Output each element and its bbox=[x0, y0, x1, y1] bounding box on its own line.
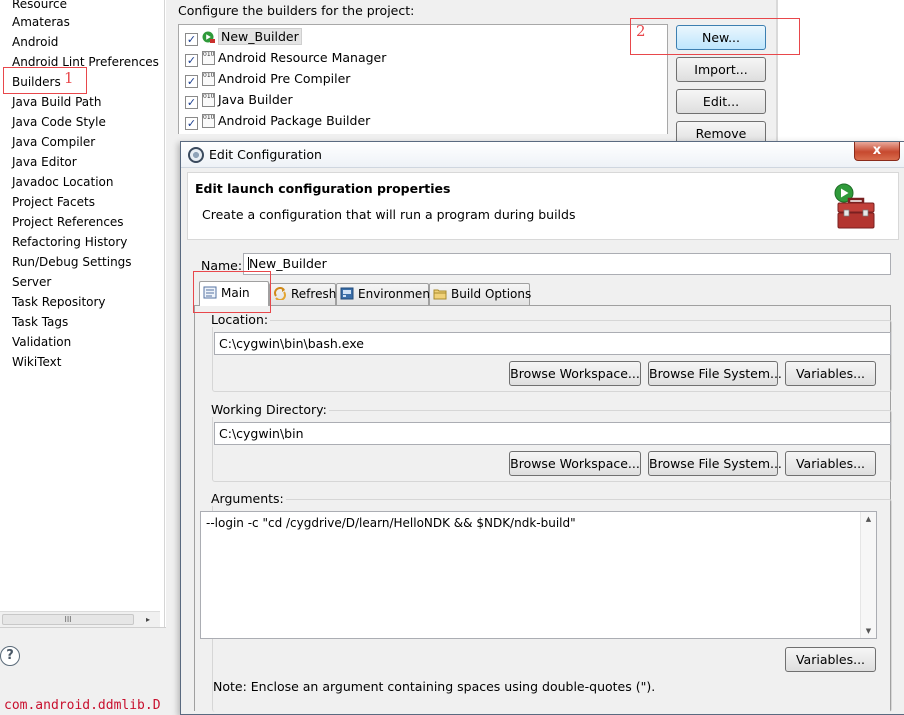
tree-item-java-compiler[interactable]: Java Compiler bbox=[12, 132, 95, 152]
dialog-titlebar[interactable]: Edit Configuration x bbox=[181, 142, 904, 168]
workdir-browse-workspace-button[interactable]: Browse Workspace... bbox=[509, 451, 641, 476]
builder-row-android-pre-compiler[interactable]: ✓ 010 Android Pre Compiler bbox=[185, 69, 350, 89]
refresh-icon bbox=[274, 287, 286, 300]
tree-item-refactoring-history[interactable]: Refactoring History bbox=[12, 232, 127, 252]
build-options-folder-icon bbox=[433, 289, 447, 300]
tab-main[interactable]: Main bbox=[199, 281, 269, 306]
tree-horizontal-scrollbar[interactable]: III ▸ bbox=[0, 611, 160, 627]
toolbox-icon bbox=[834, 183, 875, 229]
tree-item-task-repository[interactable]: Task Repository bbox=[12, 292, 106, 312]
tree-item-project-facets[interactable]: Project Facets bbox=[12, 192, 95, 212]
builder-checkbox[interactable]: ✓ bbox=[185, 96, 198, 109]
tree-item-validation[interactable]: Validation bbox=[12, 332, 71, 352]
location-browse-workspace-button[interactable]: Browse Workspace... bbox=[509, 361, 641, 386]
dialog-title: Edit Configuration bbox=[209, 147, 322, 162]
binary-file-icon: 010 bbox=[202, 72, 215, 86]
builder-list[interactable]: ✓ New_Builder ✓ 010 Android Resource Manage… bbox=[178, 24, 668, 134]
builder-label: Java Builder bbox=[218, 92, 293, 107]
main-tab-icon bbox=[203, 286, 217, 299]
annotation-box-builders bbox=[3, 67, 87, 94]
tab-label: Refresh bbox=[291, 287, 337, 301]
tree-item-javadoc-location[interactable]: Javadoc Location bbox=[12, 172, 113, 192]
builder-label: New_Builder bbox=[218, 28, 302, 45]
tree-item-java-build-path[interactable]: Java Build Path bbox=[12, 92, 101, 112]
workdir-variables-button[interactable]: Variables... bbox=[785, 451, 876, 476]
arguments-note: Note: Enclose an argument containing spa… bbox=[213, 679, 656, 694]
tab-label: Environment bbox=[358, 287, 435, 301]
builder-checkbox[interactable]: ✓ bbox=[185, 54, 198, 67]
binary-file-icon: 010 bbox=[202, 51, 215, 65]
tree-item-java-editor[interactable]: Java Editor bbox=[12, 152, 77, 172]
dialog-banner: Edit launch configuration properties Cre… bbox=[187, 172, 899, 240]
tab-refresh[interactable]: Refresh bbox=[269, 283, 336, 305]
tree-item-java-code-style[interactable]: Java Code Style bbox=[12, 112, 106, 132]
edit-builder-button[interactable]: Edit... bbox=[676, 89, 766, 114]
tree-item-wikitext[interactable]: WikiText bbox=[12, 352, 62, 372]
arguments-label: Arguments: bbox=[211, 491, 286, 506]
scroll-right-arrow-icon[interactable]: ▸ bbox=[146, 612, 150, 628]
tab-label: Main bbox=[221, 286, 250, 300]
help-icon[interactable]: ? bbox=[0, 646, 20, 666]
working-directory-label: Working Directory: bbox=[211, 402, 329, 417]
tab-label: Build Options bbox=[451, 287, 532, 301]
tab-build-options[interactable]: Build Options bbox=[429, 283, 532, 305]
scroll-down-icon[interactable]: ▼ bbox=[861, 624, 876, 638]
builder-checkbox[interactable]: ✓ bbox=[185, 33, 198, 46]
builder-label: Android Pre Compiler bbox=[218, 71, 351, 86]
environment-icon bbox=[340, 287, 354, 300]
banner-title: Edit launch configuration properties bbox=[195, 181, 451, 196]
scroll-up-icon[interactable]: ▲ bbox=[861, 512, 876, 526]
location-variables-button[interactable]: Variables... bbox=[785, 361, 876, 386]
scrollbar-thumb[interactable]: III bbox=[2, 614, 134, 625]
arguments-text: --login -c "cd /cygdrive/D/learn/HelloND… bbox=[206, 516, 576, 530]
import-builder-button[interactable]: Import... bbox=[676, 57, 766, 82]
builder-row-java-builder[interactable]: ✓ 010 Java Builder bbox=[185, 90, 293, 110]
workdir-browse-file-system-button[interactable]: Browse File System... bbox=[648, 451, 782, 476]
tab-environment[interactable]: Environment bbox=[336, 283, 435, 305]
tree-item-server[interactable]: Server bbox=[12, 272, 51, 292]
location-label: Location: bbox=[211, 312, 271, 327]
builder-row-android-package-builder[interactable]: ✓ 010 Android Package Builder bbox=[185, 111, 370, 131]
external-tool-run-icon bbox=[202, 30, 215, 44]
close-button[interactable]: x bbox=[854, 142, 900, 161]
tree-item-amateras[interactable]: Amateras bbox=[12, 12, 70, 32]
tree-item-run-debug-settings[interactable]: Run/Debug Settings bbox=[12, 252, 132, 272]
banner-description: Create a configuration that will run a p… bbox=[202, 207, 576, 222]
builder-row-android-resource-manager[interactable]: ✓ 010 Android Resource Manager bbox=[185, 48, 386, 68]
builder-label: Android Package Builder bbox=[218, 113, 371, 128]
arguments-vertical-scrollbar[interactable]: ▲ ▼ bbox=[860, 512, 876, 638]
builder-label: Android Resource Manager bbox=[218, 50, 387, 65]
arguments-textarea[interactable]: --login -c "cd /cygdrive/D/learn/HelloND… bbox=[200, 511, 877, 639]
tree-item-task-tags[interactable]: Task Tags bbox=[12, 312, 68, 332]
builder-checkbox[interactable]: ✓ bbox=[185, 117, 198, 130]
arguments-variables-button[interactable]: Variables... bbox=[785, 647, 876, 672]
properties-category-tree: Resource Amateras Android Android Lint P… bbox=[0, 0, 165, 627]
name-input-value: New_Builder bbox=[249, 256, 327, 271]
tree-item-android[interactable]: Android bbox=[12, 32, 58, 52]
console-output-text: com.android.ddmlib.D bbox=[4, 698, 161, 713]
binary-file-icon: 010 bbox=[202, 114, 215, 128]
annotation-box-new bbox=[630, 18, 800, 55]
builders-header: Configure the builders for the project: bbox=[178, 3, 415, 18]
eclipse-app-icon bbox=[188, 147, 204, 163]
name-input[interactable]: New_Builder bbox=[243, 253, 891, 275]
builder-checkbox[interactable]: ✓ bbox=[185, 75, 198, 88]
tree-item-project-references[interactable]: Project References bbox=[12, 212, 124, 232]
builder-row-new-builder[interactable]: ✓ New_Builder bbox=[185, 27, 302, 47]
annotation-number-2: 2 bbox=[636, 22, 646, 40]
binary-file-icon: 010 bbox=[202, 93, 215, 107]
location-browse-file-system-button[interactable]: Browse File System... bbox=[648, 361, 782, 386]
edit-configuration-dialog: Edit Configuration x Edit launch configu… bbox=[180, 141, 904, 715]
annotation-number-1: 1 bbox=[64, 69, 74, 87]
location-input[interactable]: C:\cygwin\bin\bash.exe bbox=[214, 332, 891, 355]
working-directory-input[interactable]: C:\cygwin\bin bbox=[214, 422, 891, 445]
